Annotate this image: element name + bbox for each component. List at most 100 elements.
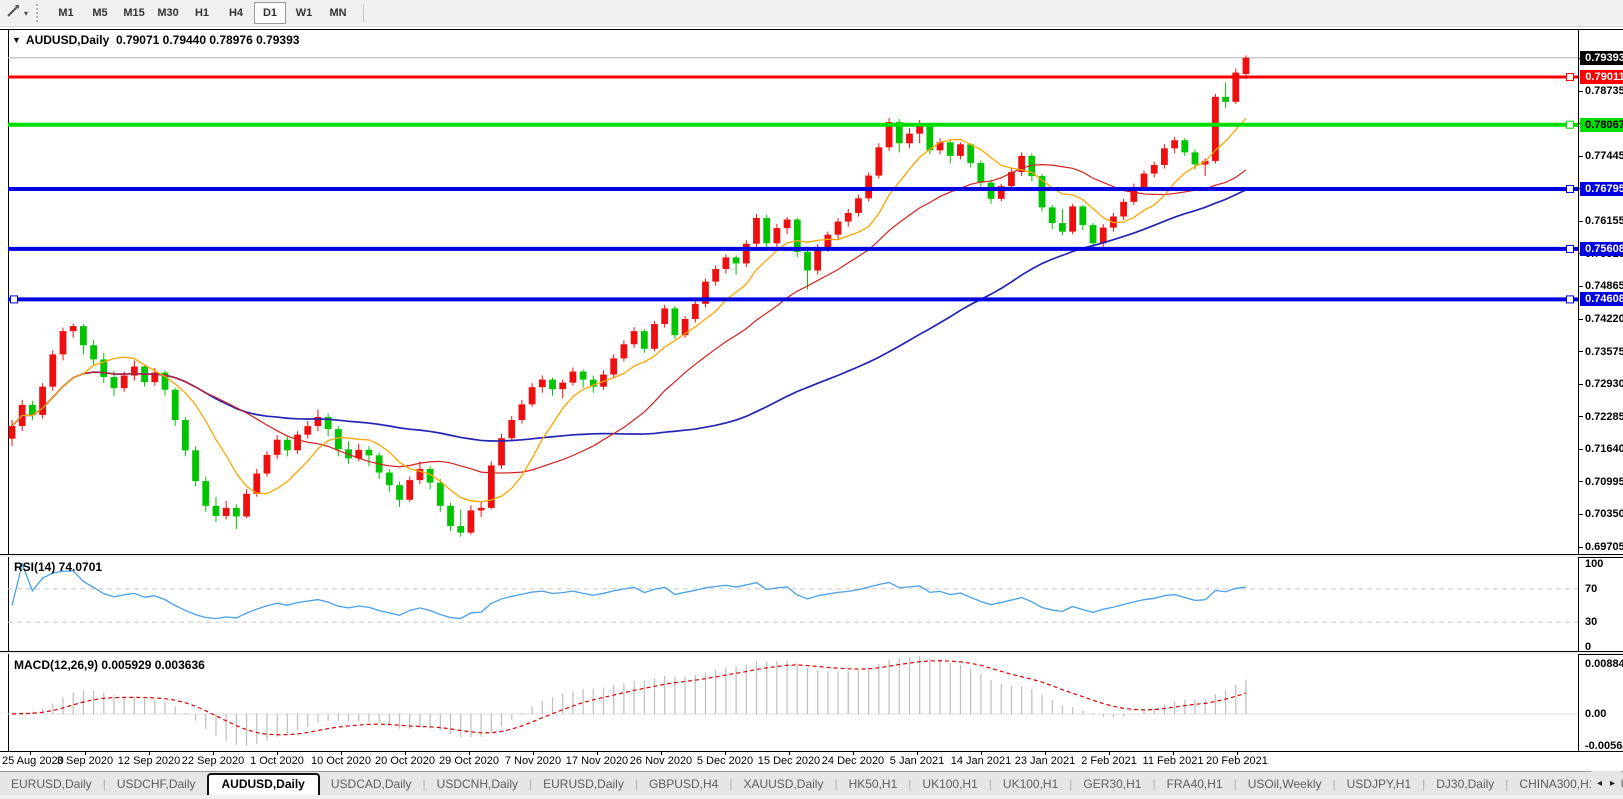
macd-tick-label: 0.00 [1585,707,1606,721]
line-handle[interactable] [1567,296,1574,303]
timeframe-toolbar: ▾ M1M5M15M30H1H4D1W1MN [0,0,1623,27]
rsi-tick-label: 30 [1585,615,1597,629]
chart-cursor-icon [6,3,21,23]
price-tick-label: 0.71640 [1585,442,1623,456]
price-level-badge: 0.78067 [1580,118,1623,132]
timeframe-button-m30[interactable]: M30 [152,2,184,24]
chart-tab-usdcad-daily[interactable]: USDCAD,Daily [320,774,423,794]
line-handle[interactable] [1567,74,1574,81]
date-label: 5 Dec 2020 [683,755,767,767]
timeframe-button-d1[interactable]: D1 [254,2,286,24]
chart-tab-usoil-weekly[interactable]: USOil,Weekly [1237,774,1333,794]
toolbar-separator [363,4,364,22]
rsi-indicator-panel[interactable] [0,557,1579,651]
line-handle[interactable] [11,296,18,303]
price-level-badge: 0.79011 [1580,70,1623,84]
date-label: 25 Aug 2020 [2,755,86,767]
date-label: 26 Nov 2020 [619,755,703,767]
date-label: 29 Oct 2020 [427,755,511,767]
toolbar-grip [36,4,43,22]
chevron-down-icon: ▾ [24,9,28,18]
price-tick-label: 0.72930 [1585,377,1623,391]
timeframe-button-m1[interactable]: M1 [50,2,82,24]
chart-ohlc-readout: AUDUSD,Daily 0.79071 0.79440 0.78976 0.7… [26,33,300,47]
chart-tab-usdjpy-h1[interactable]: USDJPY,H1 [1336,774,1422,794]
price-tick-label: 0.70995 [1585,475,1623,489]
status-strip [0,795,1623,799]
macd-bottom-border [0,751,1623,752]
date-label: 24 Dec 2020 [811,755,895,767]
price-tick-label: 0.70350 [1585,507,1623,521]
line-handle[interactable] [1567,245,1574,252]
tab-scroll-left-icon[interactable]: ◂ [1593,778,1606,789]
line-handle[interactable] [1567,185,1574,192]
price-tick-label: 0.73575 [1585,345,1623,359]
tab-scroll-arrows: ◂ ▸ [1591,771,1621,795]
macd-tick-label: 0.00884 [1585,657,1623,671]
chart-tab-dj30-daily[interactable]: DJ30,Daily [1425,774,1505,794]
date-label: 3 Sep 2020 [43,755,127,767]
price-tick-label: 0.77445 [1585,149,1623,163]
date-label: 14 Jan 2021 [939,755,1023,767]
chart-tab-hk50-h1[interactable]: HK50,H1 [838,774,909,794]
line-handle[interactable] [1567,121,1574,128]
date-label: 11 Feb 2021 [1131,755,1215,767]
price-level-badge: 0.76795 [1580,182,1623,196]
price-level-badge: 0.75608 [1580,242,1623,256]
price-tick-label: 0.74220 [1585,312,1623,326]
macd-indicator-panel[interactable] [0,654,1579,751]
collapse-triangle-icon: ▼ [12,35,21,45]
date-label: 22 Sep 2020 [171,755,255,767]
price-level-badge: 0.74608 [1580,292,1623,306]
price-tick-label: 0.78090 [1585,117,1623,131]
price-tick-label: 0.76800 [1585,182,1623,196]
date-label: 10 Oct 2020 [299,755,383,767]
price-tick-label: 0.74865 [1585,279,1623,293]
price-tick-label: 0.79380 [1585,51,1623,65]
timeframe-button-mn[interactable]: MN [322,2,354,24]
date-label: 7 Nov 2020 [491,755,575,767]
timeframe-button-h1[interactable]: H1 [186,2,218,24]
trading-terminal-window: ▾ M1M5M15M30H1H4D1W1MN ▼ AUDUSD,Daily 0.7… [0,0,1623,799]
chart-tab-uk100-h1[interactable]: UK100,H1 [911,774,988,794]
rsi-tick-label: 70 [1585,582,1597,596]
last-price-badge: 0.79393 [1580,51,1623,65]
chart-cursor-tool-button[interactable]: ▾ [0,2,32,24]
date-label: 12 Sep 2020 [107,755,191,767]
timeframe-button-m15[interactable]: M15 [118,2,150,24]
date-label: 20 Oct 2020 [363,755,447,767]
timeframe-button-m5[interactable]: M5 [84,2,116,24]
timeframe-buttons: M1M5M15M30H1H4D1W1MN [49,2,355,24]
timeframe-button-w1[interactable]: W1 [288,2,320,24]
price-tick-label: 0.72285 [1585,410,1623,424]
date-label: 15 Dec 2020 [747,755,831,767]
date-label: 1 Oct 2020 [235,755,319,767]
date-label: 17 Nov 2020 [555,755,639,767]
chart-tab-gbpusd-h4[interactable]: GBPUSD,H4 [638,774,729,794]
main-price-chart[interactable] [0,30,1579,554]
chart-tab-usdcnh-daily[interactable]: USDCNH,Daily [426,774,529,794]
chart-tab-eurusd-daily[interactable]: EURUSD,Daily [532,774,635,794]
date-label: 2 Feb 2021 [1067,755,1151,767]
macd-label: MACD(12,26,9) 0.005929 0.003636 [14,658,205,672]
chart-tab-uk100-h1[interactable]: UK100,H1 [992,774,1069,794]
date-label: 23 Jan 2021 [1003,755,1087,767]
chart-tab-usdchf-daily[interactable]: USDCHF,Daily [106,774,207,794]
chart-tab-eurusd-daily[interactable]: EURUSD,Daily [0,774,103,794]
date-label: 5 Jan 2021 [875,755,959,767]
rsi-label: RSI(14) 74.0701 [14,560,102,574]
chart-tab-xauusd-daily[interactable]: XAUUSD,Daily [732,774,834,794]
timeframe-button-h4[interactable]: H4 [220,2,252,24]
price-tick-label: 0.69705 [1585,540,1623,554]
chart-tab-audusd-daily[interactable]: AUDUSD,Daily [207,773,320,796]
price-tick-label: 0.78735 [1585,84,1623,98]
chart-tab-bar: EURUSD,Daily|USDCHF,DailyAUDUSD,DailyUSD… [0,771,1623,796]
tab-scroll-right-icon[interactable]: ▸ [1606,778,1619,789]
chart-symbol-title: ▼ AUDUSD,Daily 0.79071 0.79440 0.78976 0.… [12,33,299,47]
price-tick-label: 0.75510 [1585,247,1623,261]
date-label: 20 Feb 2021 [1195,755,1279,767]
chart-tab-fra40-h1[interactable]: FRA40,H1 [1156,774,1234,794]
chart-tab-ger30-h1[interactable]: GER30,H1 [1072,774,1152,794]
rsi-tick-label: 100 [1585,557,1603,571]
price-tick-label: 0.76155 [1585,214,1623,228]
